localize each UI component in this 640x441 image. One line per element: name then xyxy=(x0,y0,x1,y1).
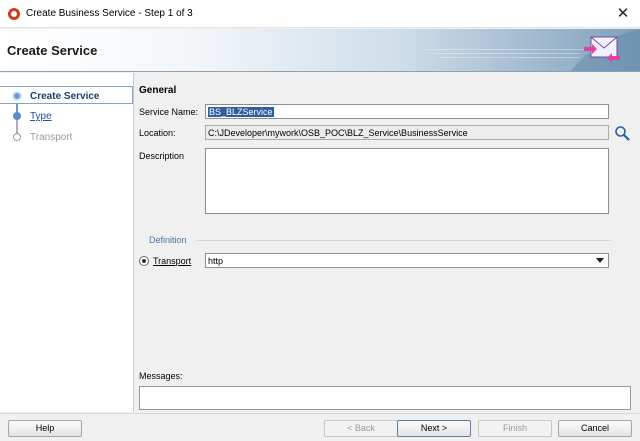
dropdown-arrow-icon xyxy=(596,258,604,263)
definition-divider xyxy=(196,240,611,241)
location-value: C:\JDeveloper\mywork\OSB_POC\BLZ_Service… xyxy=(208,128,468,138)
description-label: Description xyxy=(139,151,185,161)
nav-item-transport: Transport xyxy=(0,128,133,146)
button-bar: Help < Back Next > Finish Cancel xyxy=(0,413,640,441)
definition-section-label: Definition xyxy=(149,235,187,245)
messages-box xyxy=(139,386,631,410)
close-icon[interactable]: ✕ xyxy=(612,3,634,23)
nav-item-label: Create Service xyxy=(30,91,100,102)
messages-label: Messages: xyxy=(139,371,183,381)
service-name-value: BS_BLZService xyxy=(208,107,274,117)
location-label: Location: xyxy=(139,128,176,138)
nav-item-label: Transport xyxy=(30,132,73,143)
help-button[interactable]: Help xyxy=(8,420,82,437)
transport-select[interactable]: http xyxy=(205,253,609,268)
finish-button: Finish xyxy=(478,420,552,437)
title-bar: Create Business Service - Step 1 of 3 ✕ xyxy=(0,0,640,28)
transport-selected-value: http xyxy=(208,256,224,266)
description-textarea[interactable] xyxy=(205,148,609,214)
nav-item-label: Type xyxy=(30,111,52,122)
location-field: C:\JDeveloper\mywork\OSB_POC\BLZ_Service… xyxy=(205,125,609,140)
search-icon[interactable] xyxy=(614,125,630,141)
oracle-app-icon xyxy=(8,8,20,20)
back-button: < Back xyxy=(324,420,398,437)
transport-radio[interactable] xyxy=(139,256,149,266)
mail-wizard-icon xyxy=(584,36,620,63)
page-title: Create Service xyxy=(7,43,98,58)
window-title: Create Business Service - Step 1 of 3 xyxy=(26,8,193,19)
section-general-title: General xyxy=(139,85,177,96)
service-name-input[interactable]: BS_BLZService xyxy=(205,104,609,119)
nav-item-type[interactable]: Type xyxy=(0,107,133,125)
transport-label: Transport xyxy=(153,256,192,266)
wizard-banner: Create Service xyxy=(0,29,640,72)
nav-item-create-service[interactable]: Create Service xyxy=(0,86,133,104)
wizard-steps-nav: Create Service Type Transport xyxy=(0,73,134,412)
step-icon xyxy=(13,112,21,120)
next-button[interactable]: Next > xyxy=(397,420,471,437)
service-name-label: Service Name: xyxy=(139,107,199,117)
step-pending-icon xyxy=(13,133,21,141)
cancel-button[interactable]: Cancel xyxy=(558,420,632,437)
step-current-icon xyxy=(12,91,22,101)
